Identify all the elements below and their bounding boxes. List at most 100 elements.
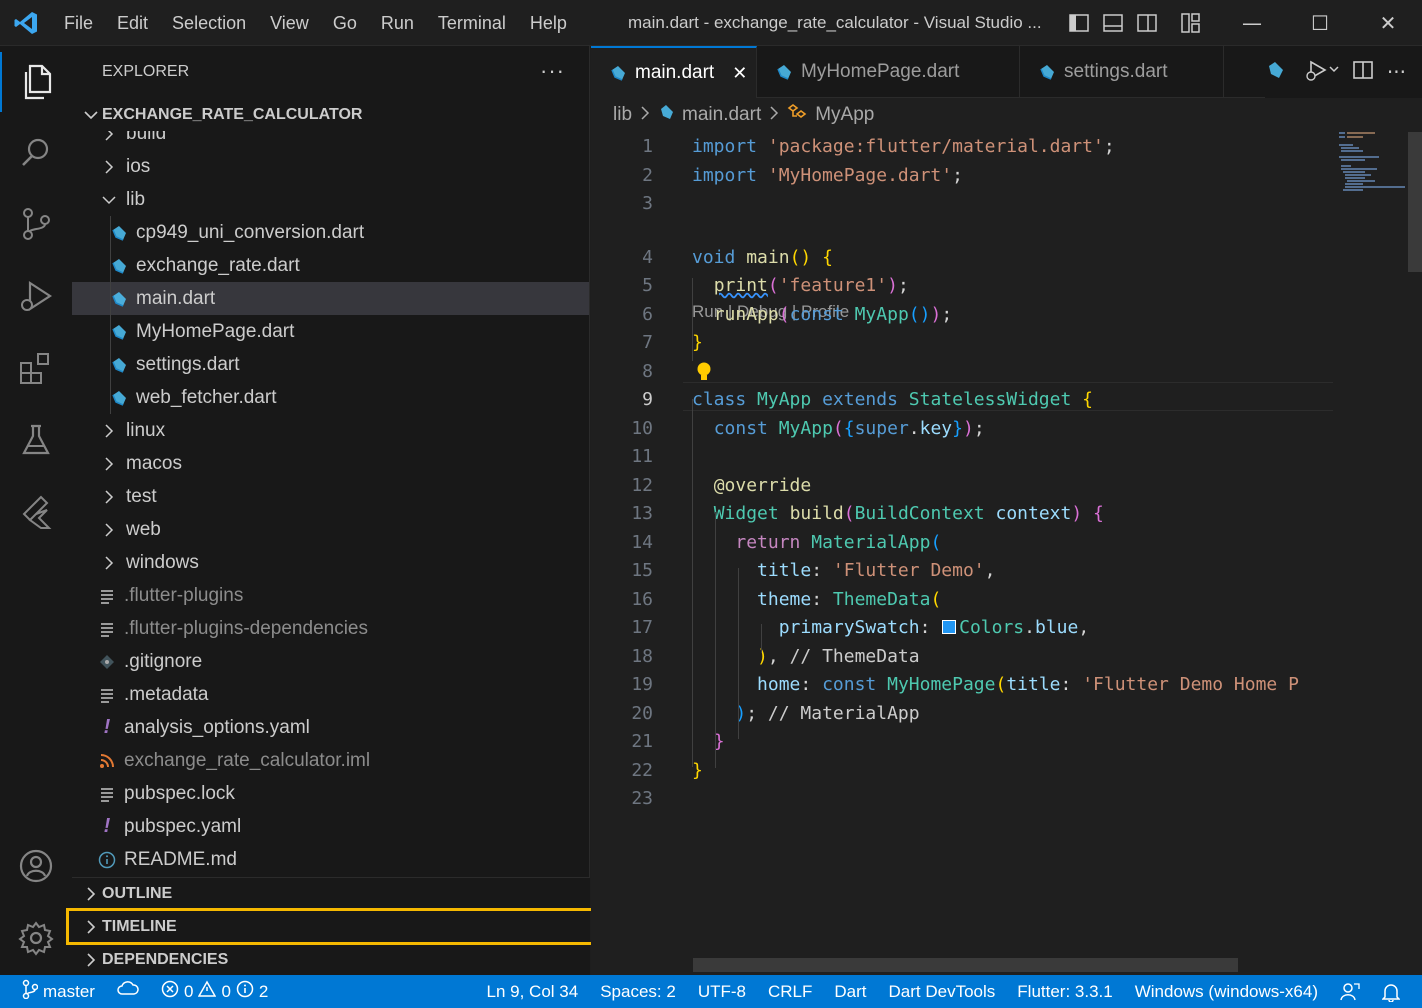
device-selector[interactable]: Windows (windows-x64) [1124, 975, 1329, 1008]
toggle-panel-icon[interactable] [1102, 12, 1124, 34]
editor-tabs: main.dart ✕ MyHomePage.dart settings.dart ·… [591, 46, 1422, 98]
menu-help[interactable]: Help [518, 0, 579, 46]
tree-file[interactable]: MyHomePage.dart [72, 315, 589, 348]
tree-file[interactable]: exchange_rate.dart [72, 249, 589, 282]
flutter-icon[interactable] [0, 482, 72, 542]
eol-status[interactable]: CRLF [757, 975, 823, 1008]
menu-go[interactable]: Go [321, 0, 369, 46]
toggle-secondary-sidebar-icon[interactable] [1136, 12, 1158, 34]
maximize-icon[interactable]: ☐ [1286, 0, 1354, 46]
code-token: const [822, 674, 877, 695]
cursor-position[interactable]: Ln 9, Col 34 [476, 975, 590, 1008]
tree-folder[interactable]: linux [72, 414, 589, 447]
color-swatch-icon[interactable] [942, 620, 957, 634]
explorer-icon[interactable] [0, 52, 72, 112]
tree-file[interactable]: settings.dart [72, 348, 589, 381]
flutter-version[interactable]: Flutter: 3.3.1 [1006, 975, 1123, 1008]
encoding-status[interactable]: UTF-8 [687, 975, 757, 1008]
tree-file[interactable]: README.md [72, 843, 589, 875]
code-token: void [692, 246, 736, 268]
lines-file-icon [96, 684, 118, 706]
settings-gear-icon[interactable] [0, 908, 72, 968]
code-text: theme: ThemeData( [692, 589, 941, 610]
tree-file[interactable]: .flutter-plugins-dependencies [72, 612, 589, 645]
section-timeline[interactable]: TIMELINE [72, 910, 590, 943]
more-editor-actions-icon[interactable]: ··· [1387, 60, 1406, 84]
close-tab-icon[interactable]: ✕ [732, 63, 747, 84]
account-icon[interactable] [0, 836, 72, 896]
tree-item-label: pubspec.lock [124, 782, 235, 804]
feedback-person-icon[interactable] [1329, 975, 1371, 1008]
problems-status[interactable]: 0 0 2 [150, 975, 279, 1008]
minimap[interactable] [1339, 132, 1414, 975]
branch-status[interactable]: master [0, 975, 106, 1008]
tree-folder[interactable]: macos [72, 447, 589, 480]
dart-devtools-button[interactable]: Dart DevTools [878, 975, 1007, 1008]
breadcrumb-symbol[interactable]: MyApp [815, 104, 874, 126]
code-line: 12 @override [591, 471, 1422, 500]
info-circle-icon [96, 849, 118, 871]
run-debug-icon[interactable] [0, 266, 72, 326]
more-actions-icon[interactable]: ··· [540, 58, 565, 84]
minimize-icon[interactable]: — [1218, 0, 1286, 46]
tree-file[interactable]: ! analysis_options.yaml [72, 711, 589, 744]
search-icon[interactable] [0, 122, 72, 182]
tree-indent-guide [110, 216, 111, 414]
tab-myhomepage-dart[interactable]: MyHomePage.dart [757, 46, 1020, 98]
vertical-scrollbar[interactable] [1408, 132, 1422, 272]
tree-file[interactable]: .metadata [72, 678, 589, 711]
tree-item-label: exchange_rate.dart [136, 254, 300, 276]
menu-file[interactable]: File [52, 0, 105, 46]
menu-selection[interactable]: Selection [160, 0, 258, 46]
menu-view[interactable]: View [258, 0, 321, 46]
language-mode[interactable]: Dart [823, 975, 877, 1008]
tree-file[interactable]: exchange_rate_calculator.iml [72, 744, 589, 777]
section-dependencies[interactable]: DEPENDENCIES [72, 943, 590, 976]
customize-layout-icon[interactable] [1180, 12, 1202, 34]
tree-folder[interactable]: build [72, 131, 589, 150]
menu-terminal[interactable]: Terminal [426, 0, 518, 46]
horizontal-scrollbar[interactable] [693, 958, 1238, 972]
sync-status[interactable] [106, 975, 150, 1008]
close-window-icon[interactable]: ✕ [1354, 0, 1422, 46]
lightbulb-icon[interactable] [695, 361, 713, 387]
tree-folder[interactable]: web [72, 513, 589, 546]
tree-file[interactable]: web_fetcher.dart [72, 381, 589, 414]
tab-main-dart[interactable]: main.dart ✕ [591, 46, 757, 98]
chevron-right-icon [98, 552, 120, 574]
tree-file[interactable]: .flutter-plugins [72, 579, 589, 612]
tree-folder[interactable]: lib [72, 183, 589, 216]
split-editor-icon[interactable] [1353, 60, 1373, 84]
cloud-sync-icon [117, 981, 139, 1002]
tree-file[interactable]: main.dart [72, 282, 589, 315]
tree-file[interactable]: ! pubspec.yaml [72, 810, 589, 843]
indentation-status[interactable]: Spaces: 2 [589, 975, 687, 1008]
tab-settings-dart[interactable]: settings.dart [1020, 46, 1224, 98]
section-outline[interactable]: OUTLINE [72, 877, 590, 910]
toggle-primary-sidebar-icon[interactable] [1068, 12, 1090, 34]
code-token: key [919, 417, 953, 439]
testing-flask-icon[interactable] [0, 410, 72, 470]
tree-file[interactable]: .gitignore [72, 645, 589, 678]
breadcrumb-file[interactable]: main.dart [682, 104, 761, 126]
tree-item-label: .metadata [124, 683, 209, 705]
tree-file[interactable]: pubspec.lock [72, 777, 589, 810]
code-token: { [843, 417, 855, 439]
notifications-bell-icon[interactable] [1371, 975, 1422, 1008]
code-line: 3 [591, 189, 1422, 218]
source-control-icon[interactable] [0, 194, 72, 254]
code-token: { [1093, 503, 1104, 524]
code-editor[interactable]: 1 import 'package:flutter/material.dart';… [591, 132, 1422, 975]
breadcrumb-folder[interactable]: lib [613, 104, 632, 126]
menu-run[interactable]: Run [369, 0, 426, 46]
run-debug-dropdown-icon[interactable] [1305, 59, 1339, 85]
menu-edit[interactable]: Edit [105, 0, 160, 46]
tree-folder[interactable]: ios [72, 150, 589, 183]
tree-folder[interactable]: test [72, 480, 589, 513]
explorer-sidebar: EXPLORER ··· EXCHANGE_RATE_CALCULATOR bu… [72, 46, 590, 975]
tree-file[interactable]: cp949_uni_conversion.dart [72, 216, 589, 249]
code-token: ( [778, 303, 790, 325]
project-section-header[interactable]: EXCHANGE_RATE_CALCULATOR [72, 98, 589, 131]
tree-folder[interactable]: windows [72, 546, 589, 579]
extensions-icon[interactable] [0, 338, 72, 398]
